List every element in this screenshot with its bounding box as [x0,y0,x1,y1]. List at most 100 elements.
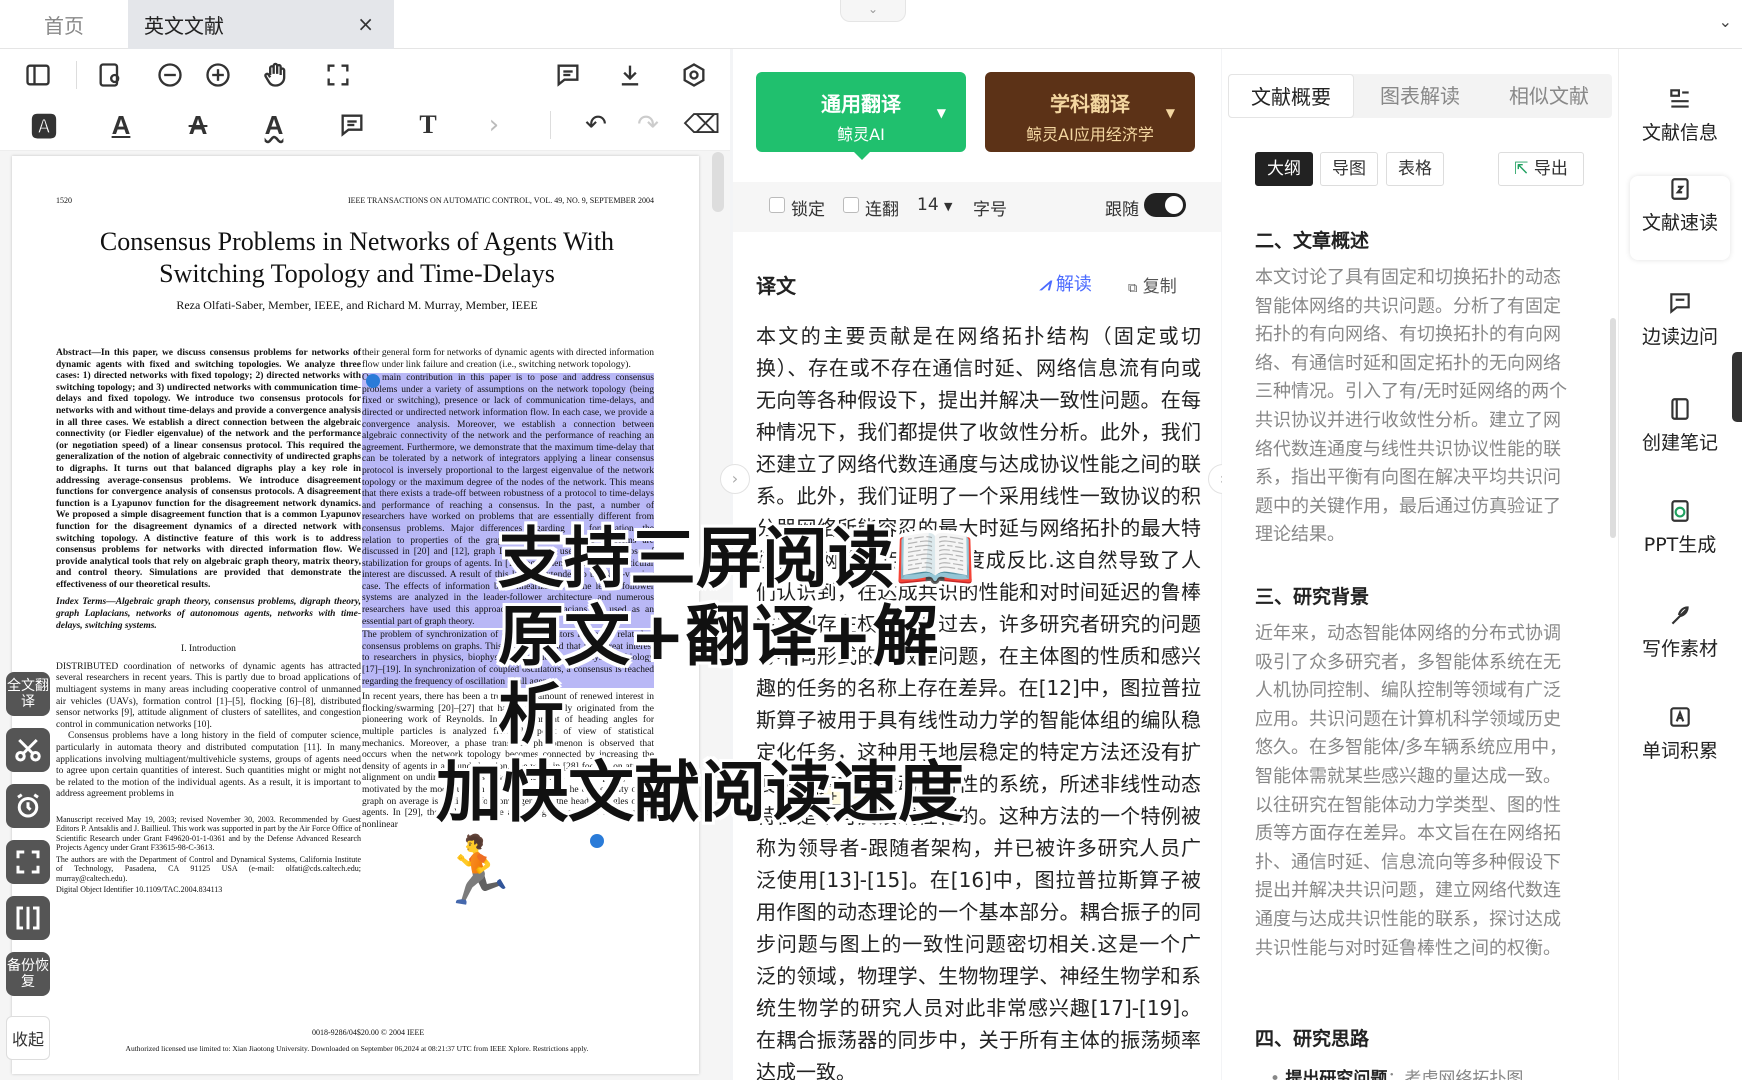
divider [550,111,551,139]
divider [76,61,77,89]
export-icon: ⇱ [1514,159,1529,179]
active-pointer [852,150,872,160]
copy-icon: ⧉ [1128,281,1138,296]
tab-figures[interactable]: 图表解读 [1357,74,1483,118]
sidebar-item-notes[interactable]: 创建笔记 [1630,396,1730,480]
comment-icon[interactable] [550,57,586,93]
tab-document[interactable]: 英文文献 × [128,0,394,49]
translation-heading: 译文 [756,274,796,298]
sidebar-label: 写作素材 [1641,638,1718,660]
floating-tools: 全文翻译 备份恢复 [6,672,50,1008]
section-overview-body: 本文讨论了具有固定和切换拓扑的动态智能体网络的共识问题。分析了有固定拓扑的有向网… [1255,267,1568,546]
sidebar-label: 边读边问 [1641,326,1718,348]
zoom-in-icon[interactable] [200,57,236,93]
abstract: Abstract—In this paper, we discuss conse… [56,348,361,590]
sidebar-item-vocab[interactable]: 单词积累 [1630,704,1730,788]
sidebar-item-ask[interactable]: 边读边问 [1630,290,1730,374]
backup-restore-button[interactable]: 备份恢复 [6,952,50,996]
alarm-clock-icon[interactable] [6,784,50,828]
hand-pan-icon[interactable] [258,57,294,93]
close-icon[interactable]: × [357,12,374,36]
general-translate-button[interactable]: 通用翻译 鲸灵AI ▼ [756,72,966,152]
copy-button[interactable]: ⧉ 复制 [1128,272,1177,297]
analysis-tabs: 文献概要 图表解读 相似文献 [1228,74,1612,118]
interpret-button[interactable]: ⩘ 解读 [1040,270,1092,296]
section-background-body: 近年来，动态智能体网络的分布式协调吸引了众多研究者，多智能体系统在无人机协同控制… [1255,623,1568,959]
list-item: • 提出研究问题：考虑网络拓扑图 [1270,1064,1523,1080]
undo-icon[interactable]: ↶ [578,107,614,143]
download-icon[interactable] [612,57,648,93]
underline-icon[interactable]: A [103,107,139,143]
caret-down-icon[interactable]: ▼ [1166,106,1175,120]
page-search-icon[interactable] [92,57,128,93]
zoom-out-icon[interactable] [152,57,188,93]
analysis-scrollbar[interactable] [1610,318,1616,538]
promo-line-1: 支持三屏阅读📖 [498,520,977,597]
intro-paragraph-2: Consensus problems have a long history i… [56,731,361,800]
lock-label: 锁定 [791,200,825,220]
vocabulary-icon [1670,707,1690,727]
export-button[interactable]: ⇱ 导出 [1498,152,1584,186]
caret-down-icon[interactable]: ▼ [937,106,946,120]
text-tool-icon[interactable]: T [410,107,446,143]
sidebar-item-ppt[interactable]: PPT生成 [1630,498,1730,582]
tab-similar[interactable]: 相似文献 [1486,74,1612,118]
title-line-2: Switching Topology and Time-Delays [159,259,555,288]
chevron-right-icon[interactable]: › [476,107,512,143]
paper-title: Consensus Problems in Networks of Agents… [52,226,662,290]
selection-start-handle[interactable] [366,374,380,388]
collapse-button[interactable]: 收起 [6,1016,50,1060]
continuous-checkbox[interactable] [843,197,859,213]
split-view-icon[interactable] [6,896,50,940]
font-size-select[interactable]: 14 ▼ [917,195,953,215]
settings-hex-icon[interactable] [676,57,712,93]
tab-home[interactable]: 首页 [0,0,128,49]
intro-paragraph-1: DISTRIBUTED coordination of networks of … [56,661,361,730]
sidebar-toggle-icon[interactable] [20,57,56,93]
follow-toggle[interactable] [1144,193,1186,217]
sidebar-label: 文献信息 [1641,122,1718,144]
copy-label: 复制 [1142,277,1177,297]
strikethrough-icon[interactable]: A [180,107,216,143]
sidebar-edge-handle[interactable] [1732,352,1742,422]
dropdown-chevron-icon[interactable]: ⌄ [1719,12,1732,31]
sidebar-label: PPT生成 [1643,534,1717,556]
full-translate-button[interactable]: 全文翻译 [6,672,50,716]
scissors-icon[interactable] [6,728,50,772]
subject-translate-button[interactable]: 学科翻译 鲸灵AI应用经济学 ▼ [985,72,1195,152]
pdf-scrollbar[interactable] [712,152,724,212]
footnote-3: Digital Object Identifier 10.1109/TAC.20… [56,885,223,895]
section-overview-title: 二、文章概述 [1255,230,1370,252]
wavy-underline-icon[interactable]: A [256,107,292,143]
license-footer: Authorized licensed use limited to: Xian… [125,1044,589,1053]
subject-translate-title: 学科翻译 [1050,92,1130,116]
tab-summary[interactable]: 文献概要 [1228,74,1354,118]
lock-checkbox[interactable] [769,197,785,213]
redo-icon[interactable]: ↷ [630,107,666,143]
sidebar-label: 文献速读 [1641,212,1718,234]
note-icon[interactable] [334,107,370,143]
promo-line-2: 原文+翻译+解析 [498,598,939,753]
mode-mindmap[interactable]: 导图 [1320,152,1378,186]
sidebar-item-writing[interactable]: 写作素材 [1630,602,1730,686]
eraser-icon[interactable]: ⌫ [684,107,721,143]
mode-outline[interactable]: 大纲 [1255,152,1313,186]
general-translate-title: 通用翻译 [821,92,901,116]
fit-screen-icon[interactable] [320,57,356,93]
footnote-2: The authors are with the Department of C… [56,854,361,883]
follow-label: 跟随 [1105,200,1139,220]
footnote-1: Manuscript received May 19, 2003; revise… [56,814,361,853]
title-line-1: Consensus Problems in Networks of Agents… [99,227,615,256]
fullscreen-icon[interactable] [6,840,50,884]
sidebar-item-speed-read[interactable]: 文献速读 [1630,176,1730,260]
promo-line-3: 加快文献阅读速度🏃 [436,754,964,909]
chevron-right-icon[interactable]: › [720,464,750,494]
mode-table[interactable]: 表格 [1386,152,1444,186]
continuous-label: 连翻 [865,200,899,220]
feather-icon [1671,606,1689,625]
running-head: IEEE TRANSACTIONS ON AUTOMATIC CONTROL, … [347,196,654,205]
sidebar-item-doc-info[interactable]: 文献信息 [1630,86,1730,170]
list-item-text: ：考虑网络拓扑图 [1387,1069,1524,1080]
text-box-icon[interactable]: 🅰 [26,107,62,143]
chevron-down-icon[interactable]: ⌄ [840,0,906,22]
